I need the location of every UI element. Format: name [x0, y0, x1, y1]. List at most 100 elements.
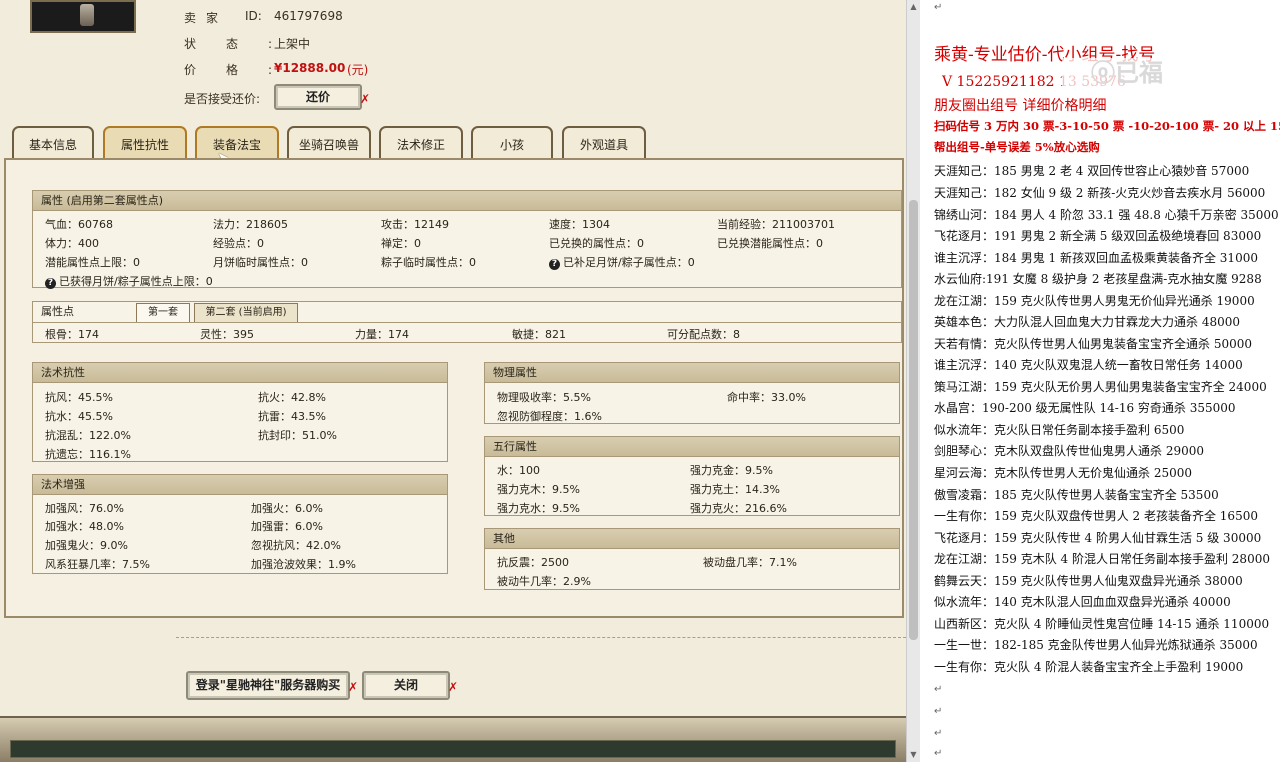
notes-line: 似水流年：克火队日常任务副本接手盈利 6500 — [934, 423, 1185, 437]
attr-cell: 速度：1304 — [549, 218, 610, 231]
tab-point-set-1[interactable]: 第一套 — [136, 303, 190, 322]
wuxing-cell: 强力克火：216.6% — [690, 502, 787, 515]
attr-cell: ? 已补足月饼/粽子属性点：0 — [549, 254, 695, 270]
attr-cell-text: 已获得月饼/粽子属性点上限：0 — [59, 275, 213, 288]
notes-line: 一生一世：182-185 克金队传世男人仙异光炼狱通杀 35000 — [934, 638, 1258, 652]
physical-cell: 物理吸收率：5.5% — [497, 391, 591, 404]
attr-cell: ? 已获得月饼/粽子属性点上限：0 — [45, 273, 213, 289]
close-button-label: 关闭 — [393, 678, 418, 692]
attr-cell: 攻击：12149 — [381, 218, 449, 231]
notes-line: 帮出组号-单号误差 5%放心选购 — [934, 140, 1100, 154]
point-cell: 根骨：174 — [45, 328, 99, 341]
tab-child[interactable]: 小孩 — [471, 126, 553, 160]
tab-equipment[interactable]: 装备法宝 — [195, 126, 279, 160]
resist-cell: 抗遗忘：116.1% — [45, 448, 131, 461]
notes-line: 鹤舞云天：159 克火队传世男人仙鬼双盘异光通杀 38000 — [934, 574, 1243, 588]
tab-appearance[interactable]: 外观道具 — [562, 126, 646, 160]
login-server-buy-button[interactable]: 登录"星驰神往"服务器购买 ✗ — [186, 671, 358, 700]
notes-line: 天涯知己：185 男鬼 2 老 4 双回传世容止心猿妙音 57000 — [934, 164, 1250, 178]
scroll-down-icon[interactable]: ▼ — [909, 750, 918, 760]
notes-line: 扫码估号 3 万内 30 票-3-10-50 票 -10-20-100 票- 2… — [934, 119, 1280, 133]
attr-cell: 潜能属性点上限：0 — [45, 256, 140, 269]
enhance-title: 法术增强 — [33, 475, 447, 495]
notes-line: 天若有情：克火队传世男人仙男鬼装备宝宝齐全通杀 50000 — [934, 337, 1252, 351]
physical-cell: 忽视防御程度：1.6% — [497, 410, 602, 423]
notes-line: 龙在江湖：159 克木队 4 阶混人日常任务副本接手盈利 28000 — [934, 552, 1270, 566]
wuxing-cell: 强力克木：9.5% — [497, 483, 580, 496]
scrollbar-thumb[interactable] — [909, 200, 918, 640]
notes-line: 天涯知己：182 女仙 9 级 2 新孩-火克火炒音去疾水月 56000 — [934, 186, 1266, 200]
resist-cell: 抗雷：43.5% — [258, 410, 326, 423]
wuxing-cell: 水：100 — [497, 464, 540, 477]
notes-line: 飞花逐月：159 克火队传世 4 阶男人仙甘霖生活 5 级 30000 — [934, 531, 1262, 545]
wuxing-cell: 强力克金：9.5% — [690, 464, 773, 477]
notes-line: 山西新区：克火队 4 阶睡仙灵性鬼宫位睡 14-15 通杀 110000 — [934, 617, 1270, 631]
resist-title: 法术抗性 — [33, 363, 447, 383]
notes-line: 剑胆琴心：克木队双盘队传世仙鬼男人通杀 29000 — [934, 444, 1204, 458]
attr-cell: 禅定：0 — [381, 237, 421, 250]
attr-cell: 已兑换的属性点：0 — [549, 237, 644, 250]
help-icon[interactable]: ? — [45, 278, 56, 289]
resist-cell: 抗火：42.8% — [258, 391, 326, 404]
scroll-up-icon[interactable]: ▲ — [909, 2, 918, 12]
attr-cell: 法力：218605 — [213, 218, 288, 231]
wuxing-cell: 强力克水：9.5% — [497, 502, 580, 515]
physical-title: 物理属性 — [485, 363, 899, 383]
paragraph-mark-icon: ↵ — [934, 748, 943, 759]
tab-point-set-2[interactable]: 第二套 (当前启用) — [194, 303, 298, 322]
close-x-icon: ✗ — [347, 680, 358, 694]
wuxing-title: 五行属性 — [485, 437, 899, 457]
other-cell: 抗反震：2500 — [497, 556, 569, 569]
close-button[interactable]: 关闭 ✗ — [362, 671, 458, 700]
counter-offer-button-label: 还价 — [305, 90, 330, 104]
notes-line: 朋友圈出组号 详细价格明细 — [934, 98, 1107, 114]
notes-line: 水晶宫：190-200 级无属性队 14-16 穷奇通杀 355000 — [934, 401, 1236, 415]
notes-line: 英雄本色：大力队混人回血鬼大力甘霖龙大力通杀 48000 — [934, 315, 1240, 329]
tab-attributes[interactable]: 属性抗性 — [103, 126, 187, 160]
tab-spell-mods[interactable]: 法术修正 — [379, 126, 463, 160]
price-value: ¥12888.00 — [274, 61, 346, 75]
enhance-cell: 加强火：6.0% — [251, 502, 323, 515]
notes-line: 飞花逐月：191 男鬼 2 新全满 5 级双回孟极绝境春回 83000 — [934, 229, 1262, 243]
notes-line: 策马江湖：159 克火队无价男人男仙男鬼装备宝宝齐全 24000 — [934, 380, 1267, 394]
point-cell: 灵性：395 — [200, 328, 254, 341]
notes-line: 水云仙府:191 女魔 8 级护身 2 老孩星盘满-克水抽女魔 9288 — [934, 272, 1262, 286]
close-x-icon: ✗ — [447, 680, 458, 694]
enhance-cell: 加强沧波效果：1.9% — [251, 558, 356, 571]
counter-offer-button[interactable]: 还价 ✗ — [274, 84, 370, 110]
other-cell: 被动盘几率：7.1% — [703, 556, 797, 569]
enhance-cell: 加强鬼火：9.0% — [45, 539, 128, 552]
close-x-icon: ✗ — [359, 92, 370, 106]
notes-line: 似水流年：140 克木队混人回血血双盘异光通杀 40000 — [934, 595, 1231, 609]
notes-line: 锦绣山河：184 男人 4 阶忽 33.1 强 48.8 心猿千万亲密 3500… — [934, 208, 1279, 222]
help-icon[interactable]: ? — [549, 259, 560, 270]
notes-line: 傲雪凌霜：185 克火队传世男人装备宝宝齐全 53500 — [934, 488, 1219, 502]
point-cell: 可分配点数：8 — [667, 328, 740, 341]
enhance-cell: 加强水：48.0% — [45, 520, 124, 533]
notes-line: 一生有你：159 克火队双盘传世男人 2 老孩装备齐全 16500 — [934, 509, 1258, 523]
counter-offer-label: 是否接受还价: — [184, 92, 261, 106]
enhance-cell: 忽视抗风：42.0% — [251, 539, 341, 552]
tab-mounts-pets[interactable]: 坐骑召唤兽 — [287, 126, 371, 160]
tab-basic-info[interactable]: 基本信息 — [12, 126, 94, 160]
resist-cell: 抗混乱：122.0% — [45, 429, 131, 442]
attr-cell: 当前经验：211003701 — [717, 218, 835, 231]
notes-document: ↵ 乘黄-专业估价-代小组号-找号 V 15225921182 13 53976… — [920, 0, 1280, 762]
login-button-label: 登录"星驰神往"服务器购买 — [195, 678, 341, 692]
price-unit: (元) — [347, 63, 369, 77]
enhance-cell: 加强雷：6.0% — [251, 520, 323, 533]
left-scrollbar[interactable]: ▲ ▼ — [906, 0, 920, 762]
paragraph-mark-icon: ↵ — [934, 2, 943, 13]
point-cell: 力量：174 — [355, 328, 409, 341]
enhance-cell: 风系狂暴几率：7.5% — [45, 558, 150, 571]
attr-cell: 气血：60768 — [45, 218, 113, 231]
notes-line: 谁主沉浮：140 克火队双鬼混人统一畜牧日常任务 14000 — [934, 358, 1243, 372]
seller-id-label: ID: — [245, 9, 262, 23]
seller-id: 461797698 — [274, 9, 343, 23]
resist-cell: 抗封印：51.0% — [258, 429, 337, 442]
wuxing-cell: 强力克土：14.3% — [690, 483, 780, 496]
resist-cell: 抗水：45.5% — [45, 410, 113, 423]
physical-cell: 命中率：33.0% — [727, 391, 806, 404]
paragraph-mark-icon: ↵ — [934, 706, 943, 717]
other-cell: 被动牛几率：2.9% — [497, 575, 591, 588]
